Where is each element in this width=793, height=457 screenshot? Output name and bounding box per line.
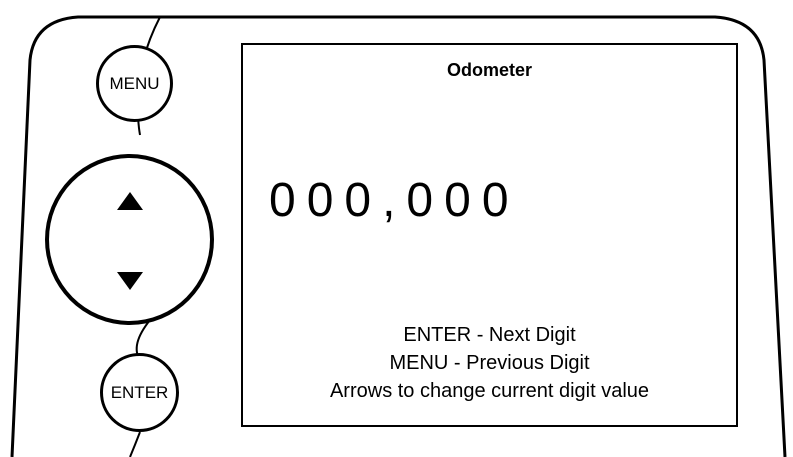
display-screen: Odometer 000,000 ENTER - Next Digit MENU… (241, 43, 738, 427)
instruction-line: MENU - Previous Digit (389, 352, 590, 374)
screen-title: Odometer (446, 60, 533, 80)
arrow-down-icon[interactable] (116, 272, 143, 290)
odometer-value: 000,000 (269, 174, 520, 227)
instructions: ENTER - Next Digit MENU - Previous Digit… (243, 321, 736, 405)
arrow-up-icon[interactable] (116, 192, 143, 210)
instruction-line: ENTER - Next Digit (403, 324, 576, 346)
arrow-pad (45, 154, 214, 325)
menu-button-label: MENU (109, 73, 160, 93)
menu-button[interactable]: MENU (96, 45, 173, 122)
enter-button[interactable]: ENTER (100, 353, 179, 432)
instruction-line: Arrows to change current digit value (329, 380, 650, 402)
enter-button-label: ENTER (110, 382, 169, 402)
